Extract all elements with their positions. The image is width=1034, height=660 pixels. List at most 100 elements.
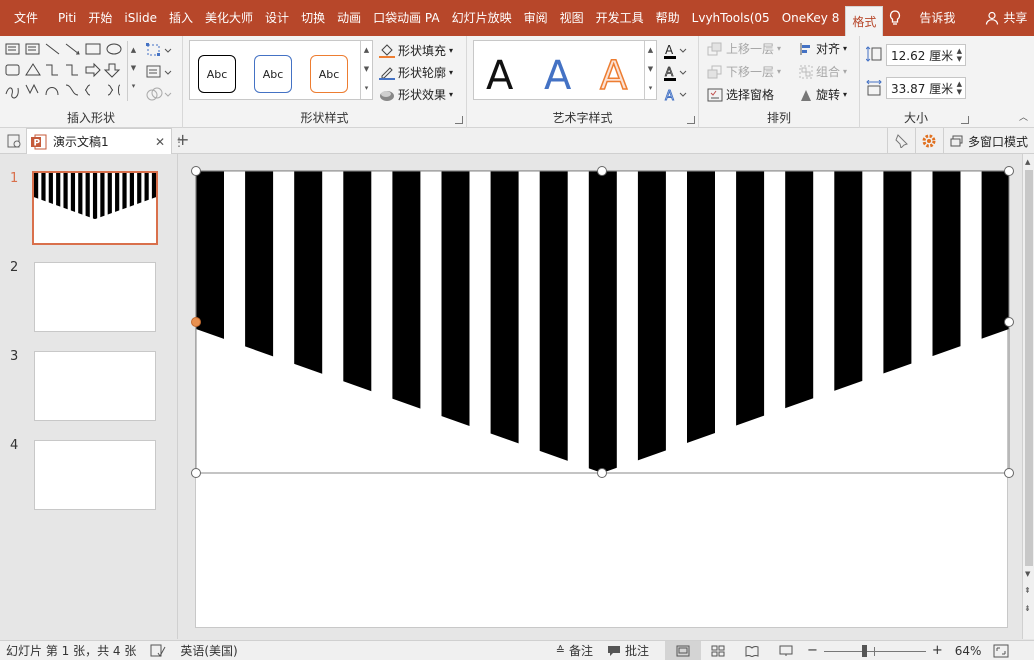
comments-label: 批注 [624,644,649,658]
stripe [490,171,519,473]
document-list-icon[interactable] [6,133,22,149]
share-button[interactable]: 共享 [979,0,1034,36]
tab-onekey[interactable]: OneKey 8 [776,0,846,36]
slide[interactable] [191,166,1014,628]
shape-outline-button[interactable]: 形状轮廓 ▾ [379,64,453,81]
slide-thumbnail-2[interactable] [34,262,156,332]
selection-pane-button[interactable]: 选择窗格 [707,86,774,103]
shape-styles-launcher[interactable] [455,116,463,124]
tab-view[interactable]: 视图 [554,0,590,36]
shapes-gallery-icons [5,43,122,99]
wordart-launcher[interactable] [687,116,695,124]
scroll-thumb[interactable] [1025,170,1033,566]
tab-pocket-animation[interactable]: 口袋动画 PA [367,0,446,36]
wordart-preset-black[interactable]: A [486,53,513,99]
shape-gallery[interactable] [4,41,138,101]
text-outline-button[interactable]: A [663,64,689,82]
zoom-slider-thumb[interactable] [861,644,867,657]
reading-view-button[interactable] [735,645,769,657]
height-spinner-arrows[interactable]: ▲ ▼ [957,47,962,63]
wordart-gallery-scroll[interactable]: ▲ ▼ ▾ [644,41,656,99]
zoom-level[interactable]: 64% [955,644,982,658]
tab-insert[interactable]: 插入 [163,0,199,36]
tell-me-button[interactable]: 告诉我 [883,0,961,36]
language-indicator[interactable]: 英语(美国) [180,642,237,659]
tab-review[interactable]: 审阅 [518,0,554,36]
stripe [78,173,83,220]
multi-window-button[interactable]: 多窗口模式 [942,128,1034,154]
text-box-button[interactable] [146,64,172,80]
shape-fill-button[interactable]: 形状填充 ▾ [379,42,453,59]
scroll-down-icon[interactable]: ▼ [1025,570,1030,578]
document-tab[interactable]: P 演示文稿1 ✕ ⋮ [26,128,185,154]
normal-view-icon [676,645,690,656]
pin-button[interactable] [886,128,915,154]
width-spinner-arrows[interactable]: ▲ ▼ [957,80,962,96]
slide-thumbnail-4[interactable] [34,440,156,510]
style-preset-orange[interactable]: Abc [310,55,348,93]
vertical-stripes-shape[interactable] [196,171,1010,481]
gear-icon [922,134,936,148]
zoom-in-icon[interactable]: + [932,643,943,658]
spelling-check-icon[interactable] [150,644,166,658]
style-preset-blue[interactable]: Abc [254,55,292,93]
new-tab-icon[interactable]: + [176,130,189,149]
align-button[interactable]: 对齐 ▾ [799,40,847,57]
styles-gallery-scroll[interactable]: ▲ ▼ ▾ [360,41,372,99]
edit-shape-button[interactable] [146,42,172,58]
tab-lvyhtools[interactable]: LvyhTools(05 [686,0,776,36]
settings-button[interactable] [914,128,943,154]
tab-islide[interactable]: iSlide [118,0,163,36]
tab-piti[interactable]: Piti [52,0,82,36]
zoom-slider[interactable] [823,644,926,657]
tab-developer[interactable]: 开发工具 [590,0,650,36]
notes-button[interactable]: ≙ 备注 [556,642,593,659]
slide-sorter-button[interactable] [701,645,735,657]
shape-gallery-scroll[interactable]: ▲ ▼ ▾ [127,41,139,101]
tab-meihua[interactable]: 美化大师 [199,0,259,36]
zoom-out-icon[interactable]: − [807,643,818,658]
size-launcher[interactable] [961,116,969,124]
pencil-outline-icon [379,66,395,80]
tab-help[interactable]: 帮助 [650,0,686,36]
stripe [129,173,134,220]
tab-animations[interactable]: 动画 [331,0,367,36]
previous-slide-icon[interactable]: ⇞ [1024,586,1031,595]
merge-shapes-button[interactable] [146,86,172,102]
scroll-up-icon[interactable]: ▲ [1025,158,1030,166]
document-tab-bar: P 演示文稿1 ✕ ⋮ + 多窗口模式 [0,128,1034,154]
stripe [785,171,814,473]
tab-design[interactable]: 设计 [259,0,295,36]
shape-height-input[interactable]: 12.62 厘米 ▲ ▼ [886,44,966,66]
fit-to-window-icon[interactable] [993,644,1009,658]
wordart-preset-orange[interactable]: A [599,52,628,100]
tab-format[interactable]: 格式 [845,6,884,36]
tab-file[interactable]: 文件 [4,0,52,36]
collapse-ribbon-button[interactable]: ︿ [1019,110,1028,123]
comments-button[interactable]: 批注 [607,642,649,659]
stripe [41,173,46,220]
next-slide-icon[interactable]: ⇟ [1024,604,1031,613]
wordart-preset-blue[interactable]: A [544,53,571,99]
vertical-scrollbar[interactable]: ▲ ▼ ⇞ ⇟ [1022,154,1034,639]
shape-effects-button[interactable]: 形状效果 ▾ [379,86,453,103]
send-backward-button[interactable]: 下移一层 ▾ [707,63,781,80]
tab-home[interactable]: 开始 [82,0,118,36]
stripe [122,173,127,220]
rotate-button[interactable]: 旋转 ▾ [799,86,847,103]
text-effects-button[interactable]: A [663,86,689,104]
tab-slideshow[interactable]: 幻灯片放映 [446,0,518,36]
shape-width-input[interactable]: 33.87 厘米 ▲ ▼ [886,77,966,99]
slideshow-button[interactable] [769,645,803,657]
close-tab-icon[interactable]: ✕ [155,135,165,149]
stripe [539,171,568,473]
slide-thumbnail-3[interactable] [34,351,156,421]
slide-thumbnail-1[interactable] [32,171,158,245]
bring-forward-button[interactable]: 上移一层 ▾ [707,40,781,57]
normal-view-button[interactable] [664,641,701,660]
style-preset-black[interactable]: Abc [198,55,236,93]
group-objects-button[interactable]: 组合 ▾ [799,63,847,80]
tab-transitions[interactable]: 切换 [295,0,331,36]
text-fill-button[interactable]: A [663,42,689,60]
stripe [56,173,61,220]
